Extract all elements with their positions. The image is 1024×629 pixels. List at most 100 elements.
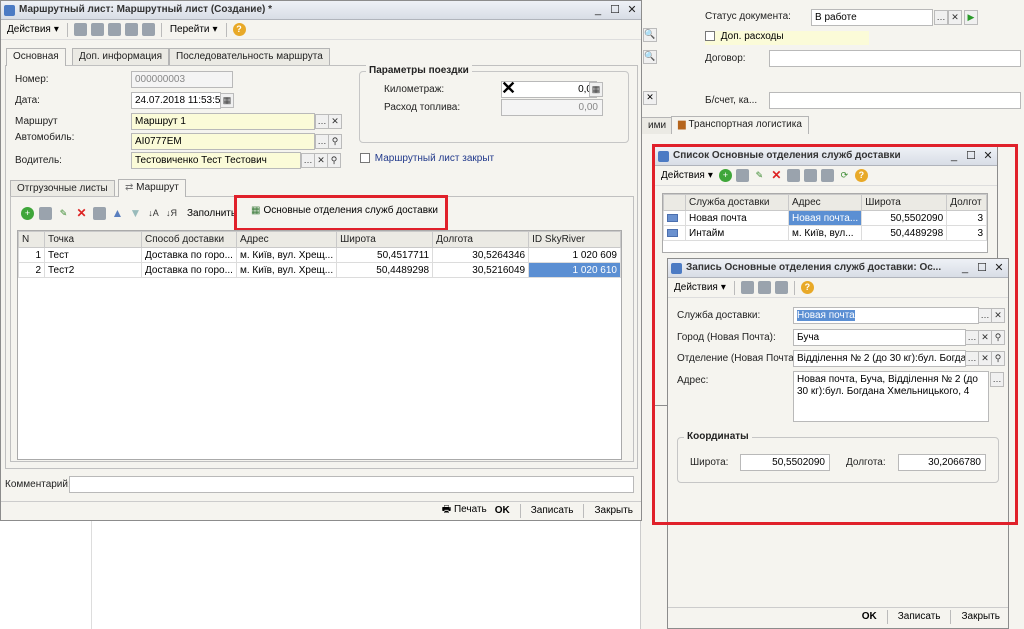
contract-field[interactable] bbox=[769, 50, 1021, 67]
move-down-icon[interactable]: ▼ bbox=[129, 206, 142, 220]
close-button[interactable]: Закрыть bbox=[594, 505, 633, 516]
column-header-address[interactable]: Адрес bbox=[235, 231, 338, 248]
cell-address[interactable]: м. Київ, вул. Хрещ... bbox=[235, 247, 338, 263]
driver-select-button[interactable]: … bbox=[301, 153, 315, 168]
tab-transport-logistics[interactable]: ▆ Транспортная логистика bbox=[671, 116, 809, 134]
column-header-point[interactable]: Точка bbox=[44, 231, 142, 248]
save-button[interactable]: Записать bbox=[531, 505, 574, 516]
ok-button[interactable]: OK bbox=[495, 505, 510, 516]
end-edit-icon[interactable] bbox=[93, 206, 106, 220]
print-button[interactable]: 🖶 Печать bbox=[442, 502, 487, 519]
maximize-icon[interactable]: ☐ bbox=[610, 3, 620, 17]
close-button[interactable]: Закрыть bbox=[961, 611, 1000, 622]
cell-method[interactable]: Доставка по горо... bbox=[141, 247, 237, 263]
trip-params-group: Параметры поездки Километраж: 0,0 ✕ ▦ Ра… bbox=[359, 65, 629, 143]
copy-icon[interactable] bbox=[90, 23, 104, 36]
account-field[interactable] bbox=[769, 92, 1021, 109]
driver-clear-button[interactable]: ✕ bbox=[314, 153, 328, 168]
route-label: Маршрут bbox=[15, 116, 58, 127]
extra-costs-checkbox[interactable]: Доп. расходы bbox=[705, 31, 869, 45]
sort-desc-icon[interactable]: ↓Я bbox=[165, 207, 178, 220]
goto-menu[interactable]: Перейти ▾ bbox=[168, 22, 220, 38]
tab-shipping-sheets[interactable]: Отгрузочные листы bbox=[10, 180, 115, 197]
bg-left-panel bbox=[0, 520, 92, 629]
cell-point[interactable]: Тест bbox=[44, 247, 142, 263]
tab-extra-info[interactable]: Доп. информация bbox=[72, 48, 170, 65]
car-select-button[interactable]: … bbox=[315, 134, 329, 149]
help-icon[interactable]: ? bbox=[232, 23, 246, 36]
column-header-longitude[interactable]: Долгота bbox=[432, 231, 530, 248]
structure-icon[interactable] bbox=[124, 23, 138, 36]
driver-search-icon[interactable]: ⚲ bbox=[327, 153, 341, 168]
cell-address[interactable]: м. Київ, вул. Хрещ... bbox=[235, 262, 338, 278]
status-go-button[interactable]: ▶ bbox=[964, 10, 978, 25]
date-field[interactable]: 24.07.2018 11:53:56 bbox=[131, 92, 221, 109]
closed-checkbox[interactable]: Маршрутный лист закрыт bbox=[360, 153, 494, 164]
cell-longitude[interactable]: 30,5264346 bbox=[432, 247, 530, 263]
closed-check-box[interactable] bbox=[360, 153, 370, 164]
actions-menu[interactable]: Действия ▾ bbox=[5, 22, 61, 38]
cell-n[interactable]: 1 bbox=[18, 247, 45, 263]
column-header-latitude[interactable]: Широта bbox=[336, 231, 434, 248]
column-header-n[interactable]: N bbox=[18, 231, 45, 248]
comment-field[interactable] bbox=[69, 476, 634, 493]
add-icon[interactable]: + bbox=[21, 206, 34, 220]
move-up-icon[interactable]: ▲ bbox=[111, 206, 124, 220]
cell-latitude[interactable]: 50,4489298 bbox=[336, 262, 434, 278]
column-header-method[interactable]: Способ доставки bbox=[141, 231, 237, 248]
cell-id[interactable]: 1 020 609 bbox=[528, 247, 621, 263]
driver-field[interactable]: Тестовиченко Тест Тестович bbox=[131, 152, 301, 169]
status-select-button[interactable]: … bbox=[934, 10, 948, 25]
bg-search-button-1[interactable]: 🔍 bbox=[643, 28, 657, 42]
driver-label: Водитель: bbox=[15, 155, 62, 166]
cell-id-selected[interactable]: 1 020 610 bbox=[528, 262, 621, 278]
cell-method[interactable]: Доставка по горо... bbox=[141, 262, 237, 278]
minimize-icon[interactable]: _ bbox=[593, 3, 603, 17]
cell-longitude[interactable]: 30,5216049 bbox=[432, 262, 530, 278]
calendar-icon[interactable]: ▦ bbox=[220, 93, 234, 108]
route-clear-button[interactable]: ✕ bbox=[328, 114, 342, 129]
car-field[interactable]: AI0777EM bbox=[131, 133, 315, 150]
tab-route-sequence[interactable]: Последовательность маршрута bbox=[169, 48, 330, 65]
calculator-icon[interactable]: ▦ bbox=[589, 82, 603, 97]
tab-partial[interactable]: ими bbox=[641, 117, 674, 134]
close-icon[interactable]: ✕ bbox=[627, 3, 637, 17]
status-clear-button[interactable]: ✕ bbox=[948, 10, 962, 25]
table-row[interactable]: 1 Тест Доставка по горо... м. Київ, вул.… bbox=[18, 247, 621, 263]
truck-icon: ▆ bbox=[678, 119, 686, 130]
copy-row-icon[interactable] bbox=[39, 206, 52, 220]
route-field[interactable]: Маршрут 1 bbox=[131, 113, 315, 130]
route-window-footer: 🖶 Печать OK Записать Закрыть bbox=[1, 501, 641, 519]
sort-asc-icon[interactable]: ↓A bbox=[147, 207, 160, 220]
status-label: Статус документа: bbox=[705, 11, 791, 22]
post-icon[interactable] bbox=[107, 23, 121, 36]
fuel-value: 0,00 bbox=[578, 102, 598, 113]
cell-point[interactable]: Тест2 bbox=[44, 262, 142, 278]
closed-label: Маршрутный лист закрыт bbox=[374, 153, 495, 164]
save-icon[interactable] bbox=[73, 23, 87, 36]
document-icon[interactable] bbox=[141, 23, 155, 36]
tab-main[interactable]: Основная bbox=[6, 48, 66, 66]
route-points-grid: N Точка Способ доставки Адрес Широта Дол… bbox=[18, 231, 621, 278]
delete-icon[interactable]: ✕ bbox=[75, 206, 88, 220]
status-field[interactable]: В работе bbox=[811, 9, 933, 26]
actions-menu-label: Действия bbox=[7, 24, 51, 35]
route-tab-toolbar: + ✎ ✕ ▲ ▼ ↓A ↓Я Заполнить bbox=[21, 205, 236, 221]
cell-latitude[interactable]: 50,4517711 bbox=[336, 247, 434, 263]
bg-search-button-2[interactable]: 🔍 bbox=[643, 50, 657, 64]
edit-icon[interactable]: ✎ bbox=[57, 207, 70, 220]
fill-button[interactable]: Заполнить bbox=[187, 208, 236, 219]
number-field[interactable]: 000000003 bbox=[131, 71, 233, 88]
table-row[interactable]: 2 Тест2 Доставка по горо... м. Київ, вул… bbox=[18, 262, 621, 278]
fuel-field[interactable]: 0,00 bbox=[501, 99, 603, 116]
route-select-button[interactable]: … bbox=[315, 114, 329, 129]
extra-costs-check-box[interactable] bbox=[705, 31, 715, 42]
save-button[interactable]: Записать bbox=[898, 611, 941, 622]
goto-menu-label: Перейти bbox=[169, 24, 210, 35]
ok-button[interactable]: OK bbox=[862, 611, 877, 622]
column-header-id[interactable]: ID SkyRiver bbox=[528, 231, 621, 248]
car-search-icon[interactable]: ⚲ bbox=[328, 134, 342, 149]
cell-n[interactable]: 2 bbox=[18, 262, 45, 278]
tab-route[interactable]: ⇄ Маршрут bbox=[118, 179, 186, 197]
bg-clear-button[interactable]: ✕ bbox=[643, 91, 657, 105]
